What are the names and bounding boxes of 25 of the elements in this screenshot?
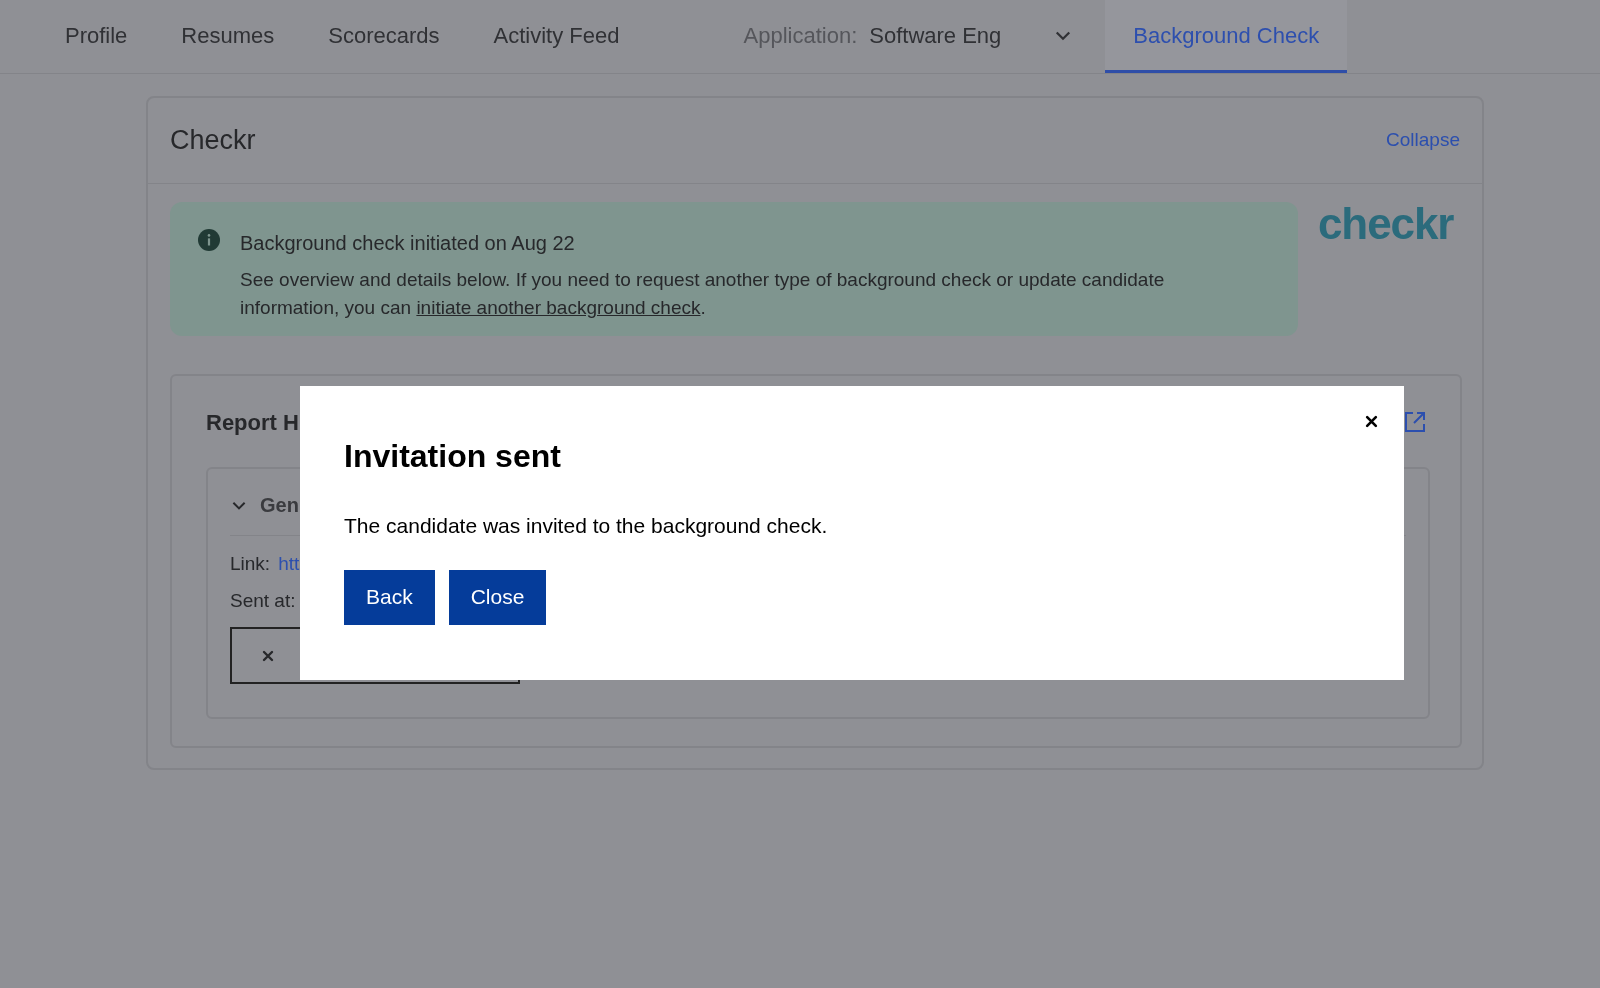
panel-title: Checkr: [170, 124, 256, 158]
checkr-logo: checkr: [1318, 202, 1454, 250]
sent-at-label: Sent at:: [230, 588, 296, 613]
modal-message: The candidate was invited to the background check.: [344, 513, 829, 539]
report-title: Report H: [206, 408, 299, 437]
report-link[interactable]: htt: [278, 550, 300, 579]
modal-title: Invitation sent: [344, 438, 562, 474]
tab[interactable]: Activity Feed: [466, 0, 647, 73]
banner-title: Background check initiated on Aug 22: [240, 231, 576, 256]
initiate-check-link[interactable]: initiate another background check: [416, 297, 701, 318]
collapse-link[interactable]: Collapse: [1386, 126, 1460, 155]
tab[interactable]: Background Check: [1105, 0, 1348, 73]
modal-button[interactable]: Back: [344, 569, 435, 625]
tab[interactable]: Profile: [38, 0, 155, 73]
external-link-icon: [1404, 411, 1426, 433]
banner-text: See overview and details below. If you need to request another type of background check or update candidate information, you can initiate another background check.: [240, 268, 1166, 320]
close-icon: [262, 649, 274, 662]
application-tab[interactable]: Application: Software Eng: [716, 0, 1106, 73]
link-label: Link:: [230, 552, 271, 576]
modal-button[interactable]: Close: [448, 569, 547, 625]
close-icon: [1364, 414, 1378, 428]
tab[interactable]: Scorecards: [301, 0, 467, 73]
section-title: Gen: [260, 493, 299, 518]
info-icon: [198, 229, 220, 251]
tab[interactable]: Resumes: [154, 0, 302, 73]
